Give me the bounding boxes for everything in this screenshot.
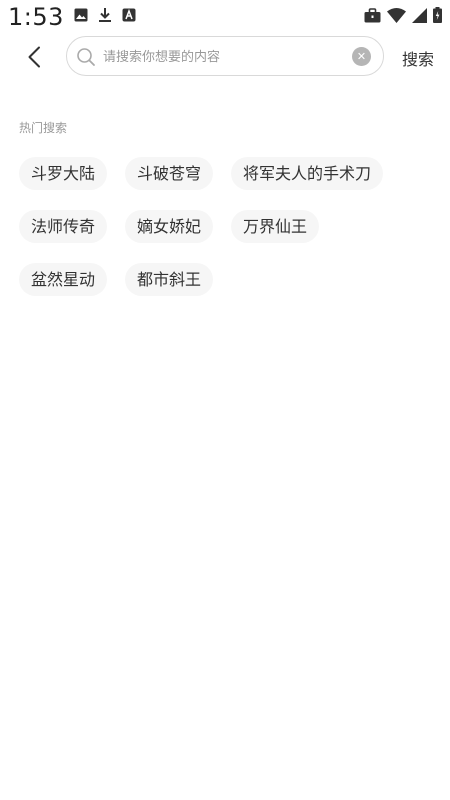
hot-search-tag[interactable]: 嫡女娇妃: [125, 210, 214, 243]
system-icons: [364, 7, 442, 23]
battery-icon: [433, 7, 442, 23]
download-icon: [99, 8, 111, 22]
search-button[interactable]: 搜索: [402, 46, 434, 70]
search-input[interactable]: [103, 46, 343, 68]
hot-search-tag[interactable]: 斗罗大陆: [19, 157, 108, 190]
search-header: ✕ 搜索: [0, 34, 450, 80]
status-bar: 1:53: [0, 0, 450, 34]
close-icon: ✕: [356, 50, 367, 63]
image-icon: [74, 8, 88, 22]
wifi-icon: [387, 7, 406, 23]
notification-icons: [74, 7, 136, 23]
hot-search-tag[interactable]: 盆然星动: [19, 263, 108, 296]
app-store-icon: [122, 8, 136, 22]
search-box: ✕: [66, 36, 384, 76]
hot-search-tag[interactable]: 万界仙王: [231, 210, 320, 243]
tag-row: 斗罗大陆 斗破苍穹 将军夫人的手术刀: [19, 157, 439, 190]
status-time: 1:53: [8, 3, 64, 31]
hot-search-tag[interactable]: 法师传奇: [19, 210, 108, 243]
briefcase-icon: [364, 7, 381, 22]
tag-row: 法师传奇 嫡女娇妃 万界仙王: [19, 210, 439, 243]
tag-row: 盆然星动 都市斜王: [19, 263, 439, 296]
hot-search-tag[interactable]: 将军夫人的手术刀: [231, 157, 384, 190]
back-button[interactable]: [18, 40, 50, 74]
hot-search-tags: 斗罗大陆 斗破苍穹 将军夫人的手术刀 法师传奇 嫡女娇妃 万界仙王 盆然星动 都…: [19, 157, 439, 316]
search-icon: [77, 48, 95, 66]
hot-search-tag[interactable]: 斗破苍穹: [125, 157, 214, 190]
signal-icon: [412, 7, 427, 23]
clear-search-button[interactable]: ✕: [352, 47, 371, 66]
chevron-left-icon: [28, 46, 40, 68]
hot-search-tag[interactable]: 都市斜王: [125, 263, 214, 296]
hot-search-title: 热门搜索: [19, 121, 68, 135]
